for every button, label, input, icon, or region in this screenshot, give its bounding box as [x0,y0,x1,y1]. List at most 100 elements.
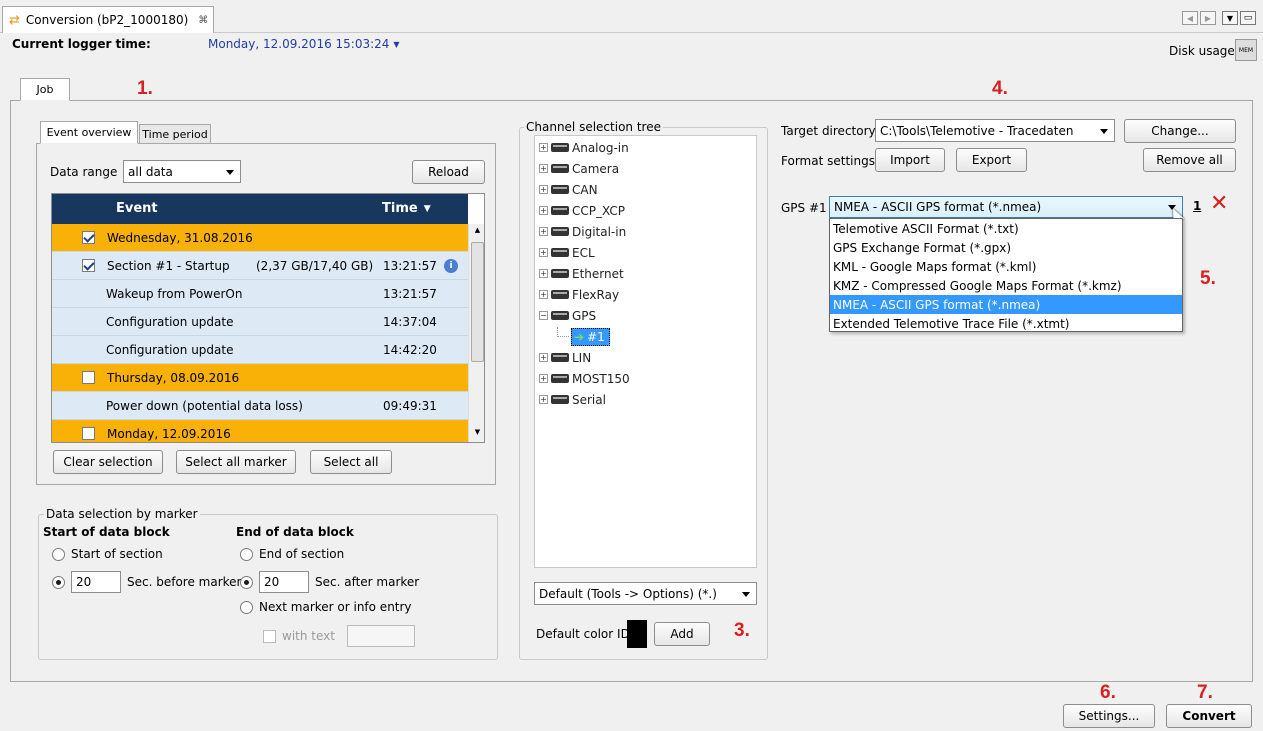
sec-after-option[interactable]: 20 Sec. after marker [240,571,419,593]
info-icon[interactable]: i [444,258,458,273]
row-event: Power down (potential data loss) [106,398,303,413]
expand-icon[interactable]: + [539,185,548,194]
channel-filter-select[interactable]: Default (Tools -> Options) (*.) [534,582,757,605]
tree-item-ecl[interactable]: + ECL [539,242,595,263]
collapse-icon[interactable]: − [539,311,548,320]
table-row[interactable]: Configuration update 14:42:20 [52,336,468,364]
start-of-section-radio[interactable] [52,547,65,561]
with-text-option[interactable]: with text [263,625,415,647]
reload-button[interactable]: Reload [412,160,485,184]
tree-item-flexray[interactable]: + FlexRay [539,284,619,305]
expand-icon[interactable]: + [539,353,548,362]
tree-item-analog-in[interactable]: + Analog-in [539,137,629,158]
sec-before-option[interactable]: 20 Sec. before marker [52,571,241,593]
remove-all-button[interactable]: Remove all [1143,148,1236,172]
gps-format-option[interactable]: KMZ - Compressed Google Maps Format (*.k… [830,276,1182,295]
next-marker-option[interactable]: Next marker or info entry [240,600,412,614]
with-text-checkbox[interactable] [263,629,276,643]
remove-gps-icon[interactable]: ✕ [1210,193,1228,215]
import-button[interactable]: Import [875,148,945,172]
tree-item-ethernet[interactable]: + Ethernet [539,263,624,284]
close-icon[interactable]: ⌘ [198,15,208,26]
expand-icon[interactable]: + [539,164,548,173]
data-range-select[interactable]: all data [123,160,241,183]
table-row[interactable]: Section #1 - Startup (2,37 GB/17,40 GB) 13… [52,252,468,280]
right-arrow-icon[interactable]: ▶ [1200,11,1216,25]
tree-item-serial[interactable]: + Serial [539,389,606,410]
scroll-down-icon[interactable]: ▼ [469,428,484,440]
gps-format-option[interactable]: GPS Exchange Format (*.gpx) [830,238,1182,257]
expand-icon[interactable]: + [539,227,548,236]
window-tab[interactable]: ⇄ Conversion (bP2_1000180) ⌘ [2,6,214,33]
select-all-marker-button[interactable]: Select all marker [176,450,296,474]
tree-item-camera[interactable]: + Camera [539,158,619,179]
logger-time[interactable]: Monday, 12.09.2016 15:03:24 ▼ [208,37,400,51]
tab-job[interactable]: Job [20,78,70,101]
color-swatch[interactable] [627,620,647,648]
annotation-1: 1. [137,78,153,99]
gps-format-option[interactable]: KML - Google Maps format (*.kml) [830,257,1182,276]
row-size: (2,37 GB/17,40 GB) [256,258,374,273]
tree-item-gps-1[interactable]: ➔ #1 [557,326,610,347]
settings-button[interactable]: Settings... [1063,704,1155,728]
header-time[interactable]: Time ▼ [382,201,431,216]
gps-format-option[interactable]: NMEA - ASCII GPS format (*.nmea) [830,295,1182,314]
start-of-section-option[interactable]: Start of section [52,547,163,561]
expand-icon[interactable]: + [539,269,548,278]
target-directory-select[interactable]: C:\Tools\Telemotive - Tracedaten [875,119,1115,142]
with-text-input[interactable] [346,625,415,647]
expand-icon[interactable]: + [539,290,548,299]
row-checkbox[interactable] [82,259,95,272]
tree-item-lin[interactable]: + LIN [539,347,591,368]
gps-format-select[interactable]: NMEA - ASCII GPS format (*.nmea) [829,196,1183,218]
add-button[interactable]: Add [654,622,710,646]
row-event: Monday, 12.09.2016 [107,426,231,441]
row-checkbox[interactable] [82,427,95,440]
table-row[interactable]: Configuration update 14:37:04 [52,308,468,336]
expand-icon[interactable]: + [539,374,548,383]
tree-item-ccp-xcp[interactable]: + CCP_XCP [539,200,625,221]
day-row[interactable]: Thursday, 08.09.2016 [52,364,468,392]
export-button[interactable]: Export [956,148,1027,172]
disk-usage-icon[interactable]: MEM [1235,39,1257,61]
left-arrow-icon[interactable]: ◀ [1182,11,1198,25]
expand-icon[interactable]: + [539,143,548,152]
table-scrollbar[interactable]: ▲ ▼ [468,224,484,442]
sec-before-radio[interactable] [52,575,65,589]
maximize-icon[interactable]: ▭ [1240,11,1256,25]
sec-after-radio[interactable] [240,575,253,589]
change-button[interactable]: Change... [1124,119,1236,143]
tree-item-digital-in[interactable]: + Digital-in [539,221,626,242]
clear-selection-button[interactable]: Clear selection [53,450,163,474]
row-checkbox[interactable] [82,231,95,244]
end-of-section-option[interactable]: End of section [240,547,344,561]
scroll-up-icon[interactable]: ▲ [469,226,484,238]
select-all-button[interactable]: Select all [310,450,392,474]
tree-item-gps[interactable]: − GPS [539,305,596,326]
expand-icon[interactable]: + [539,395,548,404]
table-row[interactable]: Wakeup from PowerOn 13:21:57 [52,280,468,308]
convert-button[interactable]: Convert [1166,704,1252,728]
start-seconds-input[interactable]: 20 [71,571,121,593]
tree-item-can[interactable]: + CAN [539,179,598,200]
tree-item-selected[interactable]: ➔ #1 [571,327,610,346]
row-checkbox[interactable] [82,371,95,384]
channel-icon [551,248,569,257]
day-row[interactable]: Wednesday, 31.08.2016 [52,224,468,252]
tree-item-most150[interactable]: + MOST150 [539,368,630,389]
channel-icon [551,311,569,320]
table-row[interactable]: Power down (potential data loss) 09:49:31 [52,392,468,420]
tab-time-period[interactable]: Time period [139,124,211,144]
end-seconds-input[interactable]: 20 [259,571,309,593]
dropdown-icon[interactable]: ▼ [1222,11,1238,25]
gps-format-option[interactable]: Extended Telemotive Trace File (*.xtmt) [830,314,1182,333]
tab-event-overview[interactable]: Event overview [40,121,138,144]
expand-icon[interactable]: + [539,206,548,215]
gps-format-option[interactable]: Telemotive ASCII Format (*.txt) [830,219,1182,238]
next-marker-radio[interactable] [240,600,253,614]
end-of-section-radio[interactable] [240,547,253,561]
day-row[interactable]: Monday, 12.09.2016 [52,420,468,442]
expand-icon[interactable]: + [539,248,548,257]
scroll-thumb[interactable] [471,242,484,362]
header-event[interactable]: Event [116,201,158,216]
